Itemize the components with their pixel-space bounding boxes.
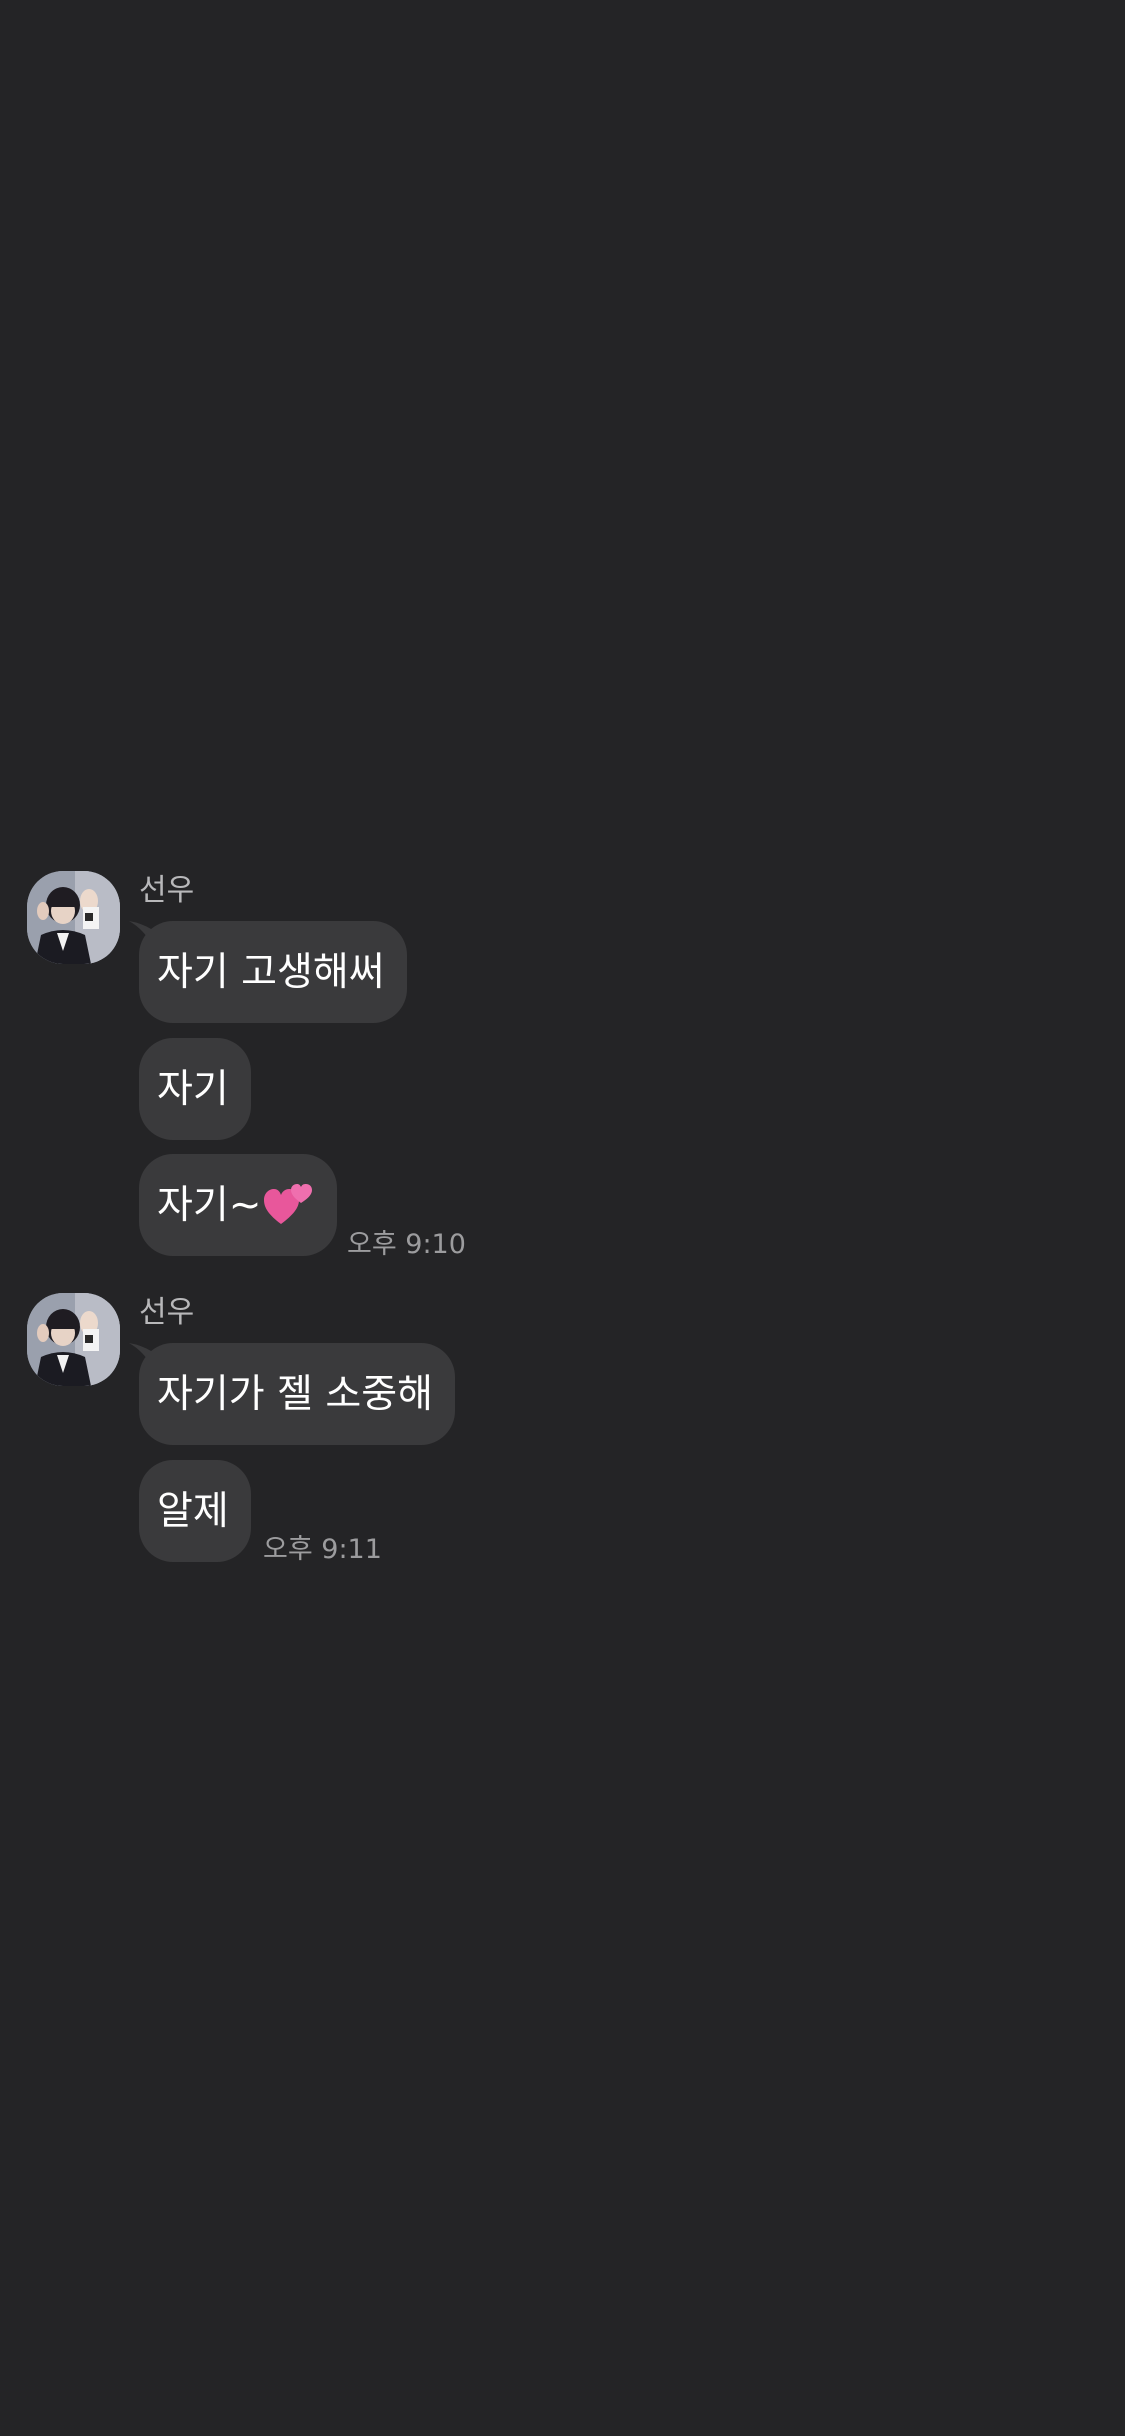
timestamp: 오후 9:10 [347, 1229, 466, 1260]
message-text: 자기 [157, 1066, 229, 1112]
message-text: 자기~ [157, 1182, 262, 1228]
two-hearts-icon [264, 1184, 313, 1224]
profile-photo [27, 871, 120, 964]
message-bubble[interactable]: 자기 [139, 1038, 251, 1140]
avatar[interactable] [27, 1293, 120, 1386]
sender-name: 선우 [139, 873, 195, 908]
message-bubble[interactable]: 자기가 젤 소중해 [139, 1343, 455, 1445]
message-bubble[interactable]: 자기~ [139, 1154, 338, 1256]
profile-photo [27, 1293, 120, 1386]
message-text: 알제 [157, 1488, 229, 1534]
chat-screen[interactable]: 선우 자기 고생해써 자기 자기~ 오후 9:10 선우 자기가 젤 소중해 알… [0, 0, 1125, 2436]
message-text: 자기 고생해써 [157, 949, 385, 995]
sender-name: 선우 [139, 1295, 195, 1330]
avatar[interactable] [27, 871, 120, 964]
message-text: 자기가 젤 소중해 [157, 1371, 433, 1417]
timestamp: 오후 9:11 [263, 1534, 382, 1565]
message-bubble[interactable]: 알제 [139, 1460, 251, 1562]
message-bubble[interactable]: 자기 고생해써 [139, 921, 407, 1023]
